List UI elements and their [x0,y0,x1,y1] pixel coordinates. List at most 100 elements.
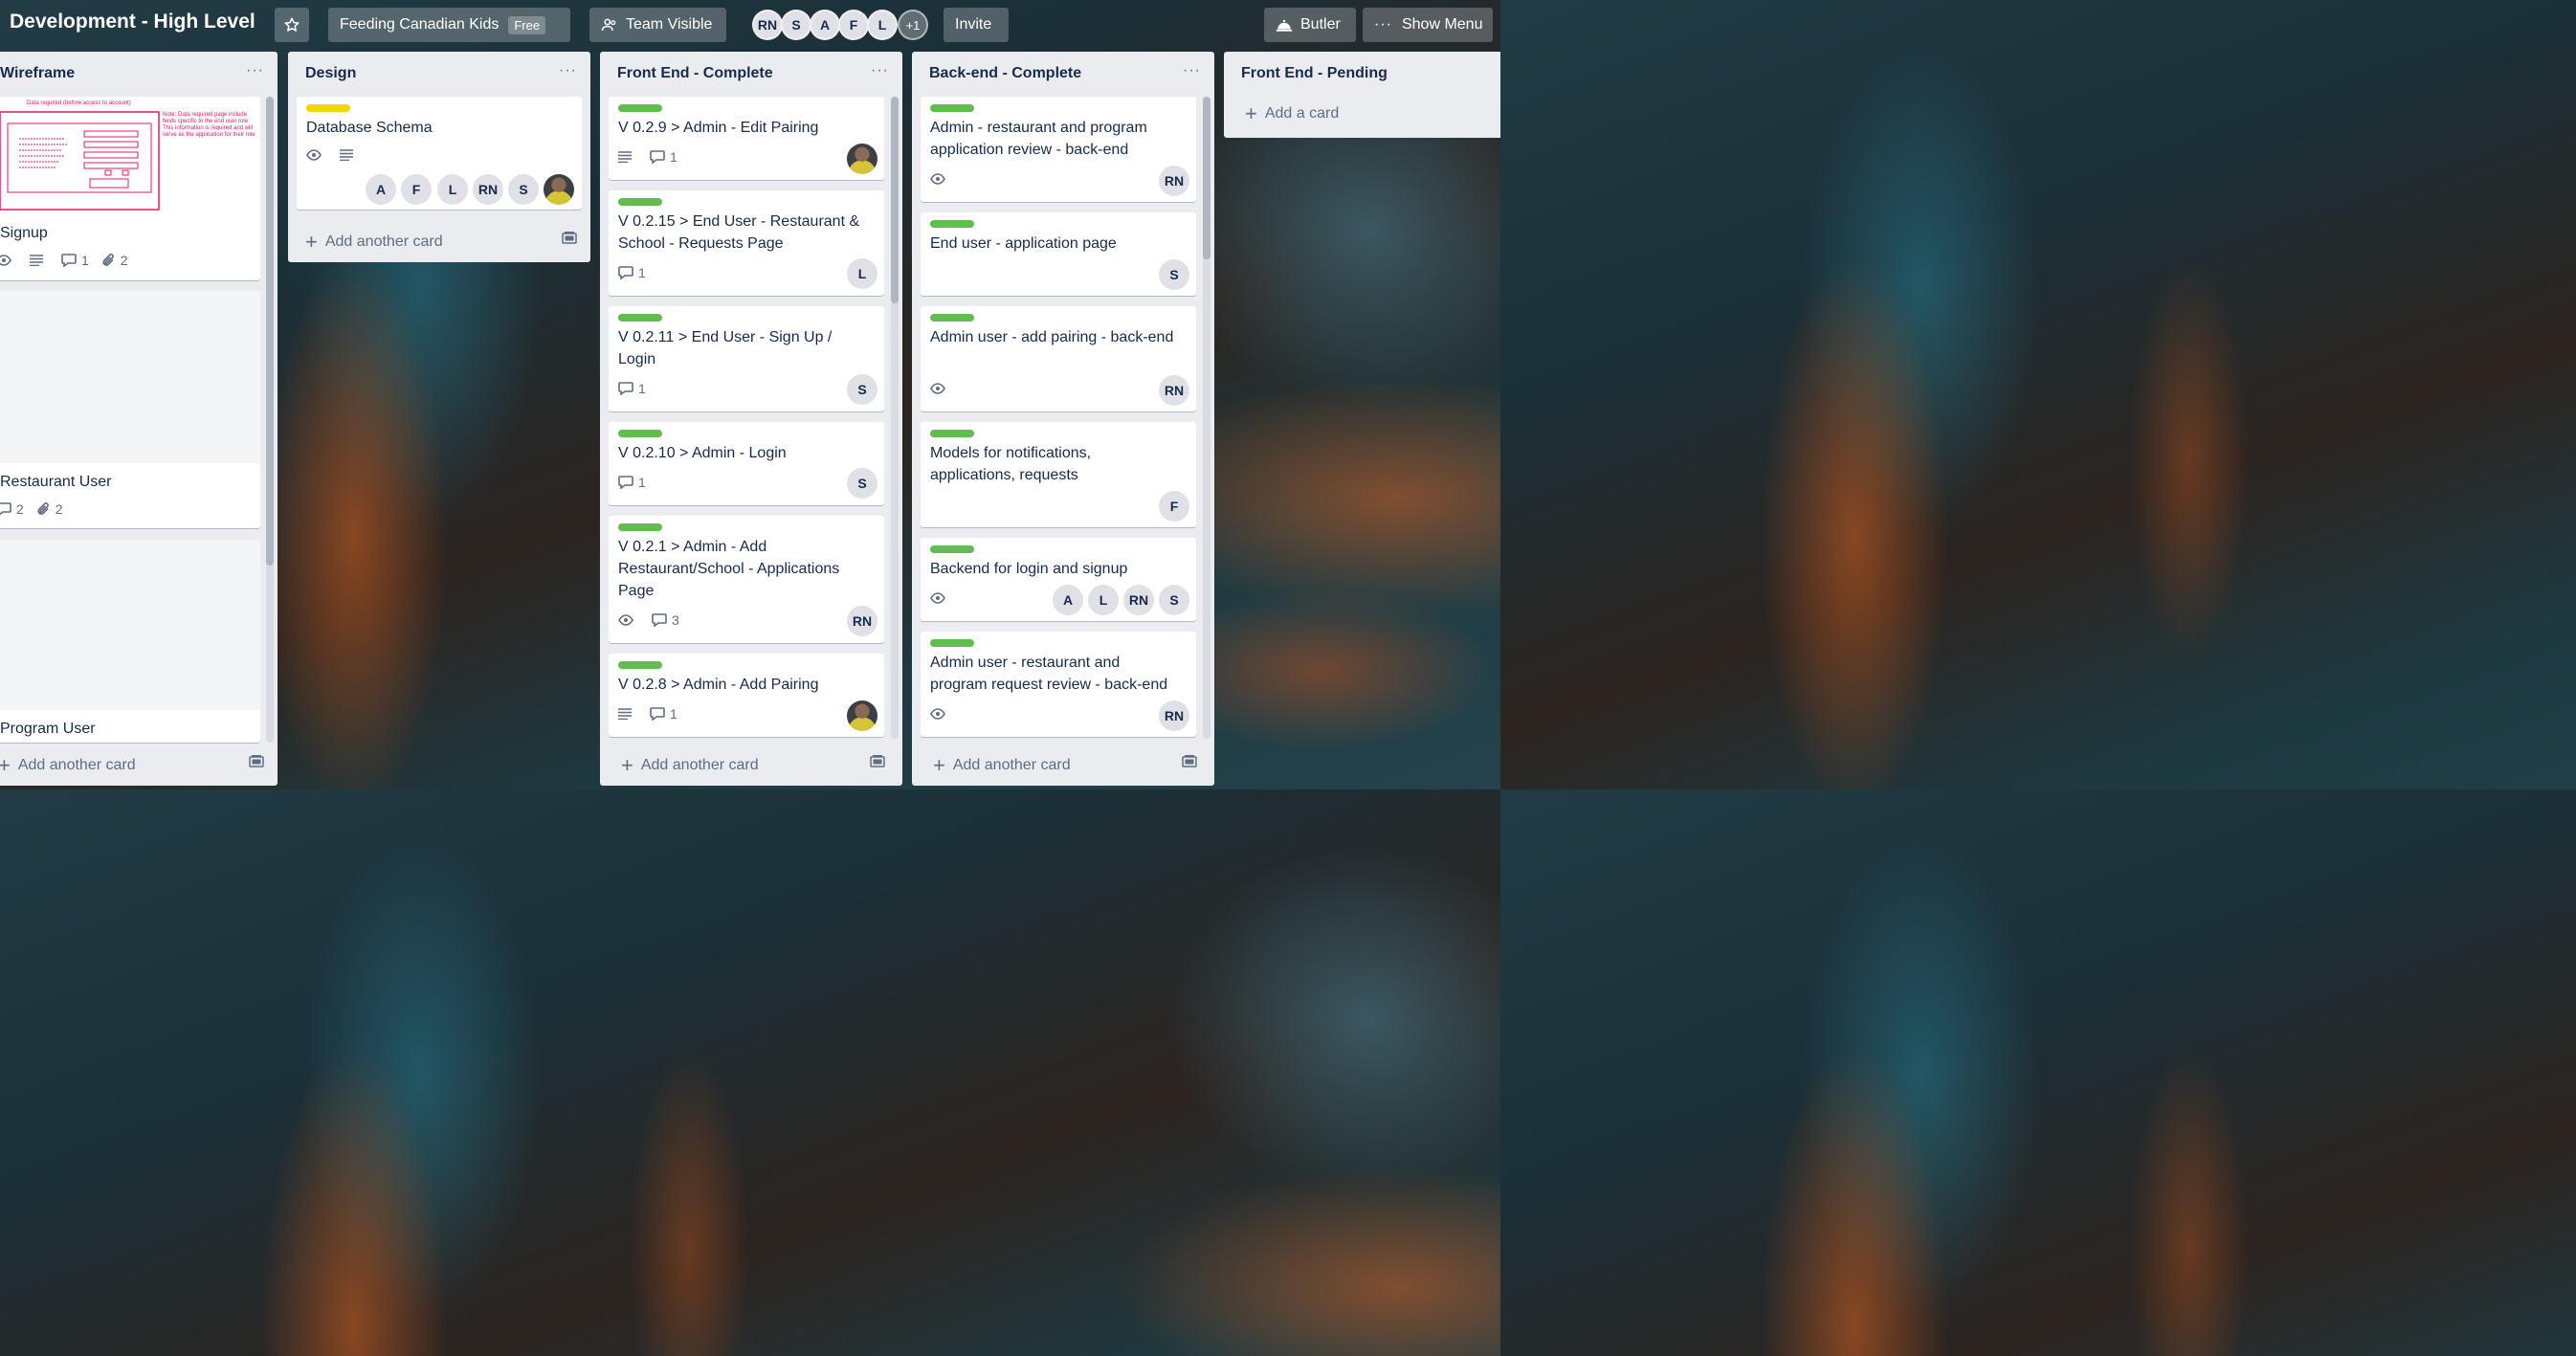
visibility-button[interactable]: Team Visible [589,8,726,42]
card-label-green[interactable] [930,545,974,553]
list-title[interactable]: Design [305,65,356,82]
card-be-1[interactable]: End user - application page S [921,212,1196,296]
scroll-thumb[interactable] [1203,97,1210,259]
header-avatar[interactable]: F [838,10,869,40]
header-avatar[interactable]: L [867,10,898,40]
card-member[interactable]: RN [473,174,503,205]
comment-badge: 1 [650,149,677,165]
card-member[interactable]: S [508,174,539,205]
list-menu-button[interactable]: ··· [559,62,577,79]
list-menu-button[interactable]: ··· [1183,62,1201,79]
card-badges [930,383,964,394]
card-member[interactable]: A [1053,585,1083,615]
card-member[interactable]: S [847,374,877,405]
member-photo-avatar[interactable] [847,144,877,174]
description-icon [30,255,48,266]
star-icon [284,17,300,32]
card-title: V 0.2.10 > Admin - Login [618,445,787,461]
card-label-green[interactable] [930,639,974,647]
list-scrollbar[interactable] [891,97,899,739]
add-card-button[interactable]: + Add another card [933,755,1071,776]
scroll-thumb[interactable] [266,97,274,566]
card-label-green[interactable] [618,314,662,322]
invite-button[interactable]: Invite [944,8,1009,42]
list-title[interactable]: Front End - Complete [617,65,773,82]
card-label-green[interactable] [930,220,974,228]
header-avatar[interactable]: A [810,10,840,40]
card-member[interactable]: RN [1123,585,1154,615]
card-member[interactable]: F [1159,491,1189,522]
card-label-green[interactable] [618,661,662,669]
card-template-icon[interactable] [249,754,264,772]
card-label-green[interactable] [618,104,662,112]
card-member[interactable]: A [366,174,396,205]
list-title[interactable]: Front End - Pending [1241,65,1388,82]
card-label-green[interactable] [618,198,662,206]
board-title[interactable]: Development - High Level [10,11,255,33]
card-label-green[interactable] [618,430,662,437]
card-fe-0[interactable]: V 0.2.9 > Admin - Edit Pairing 1 [609,97,884,180]
header-avatar[interactable]: RN [752,10,783,40]
member-photo-avatar[interactable] [847,700,877,731]
team-button[interactable]: Feeding Canadian Kids Free [328,8,570,42]
card-label-green[interactable] [930,430,974,437]
card-member[interactable]: RN [1159,700,1189,731]
card-signup[interactable]: Data required (before access to account)… [0,97,260,280]
card-restaurant-user[interactable]: Restaurant User 2 2 [0,291,260,528]
add-card-button[interactable]: + Add another card [0,753,136,777]
card-fe-5[interactable]: V 0.2.8 > Admin - Add Pairing 1 [609,654,884,737]
card-fe-2[interactable]: V 0.2.11 > End User - Sign Up / Login 1 … [609,306,884,411]
card-label-green[interactable] [618,523,662,531]
card-member[interactable]: L [437,174,468,205]
list-menu-button[interactable]: ··· [246,62,264,79]
more-members-button[interactable]: +1 [898,10,928,40]
add-card-button[interactable]: + Add another card [305,232,443,253]
scroll-thumb[interactable] [891,97,899,303]
card-member[interactable]: F [401,174,432,205]
card-member[interactable]: S [847,468,877,499]
list-scrollbar[interactable] [266,97,274,743]
show-menu-button[interactable]: ··· Show Menu [1363,8,1493,42]
card-be-0[interactable]: Admin - restaurant and program applicati… [921,97,1196,202]
card-member[interactable]: L [1088,585,1119,615]
card-member[interactable]: S [1159,585,1189,615]
card-member[interactable]: L [847,258,877,289]
card-label-green[interactable] [930,104,974,112]
plus-icon: + [0,753,11,777]
card-be-3[interactable]: Models for notifications, applications, … [921,422,1196,527]
card-be-4[interactable]: Backend for login and signup A L RN S [921,538,1196,621]
card-template-icon[interactable] [1182,754,1197,772]
list-scrollbar[interactable] [1203,97,1210,739]
card-be-5[interactable]: Admin user - restaurant and program requ… [921,632,1196,737]
card-member[interactable]: S [1159,259,1189,290]
add-card-button[interactable]: + Add another card [621,755,759,776]
card-title: Restaurant User [0,474,112,490]
comment-badge: 1 [650,706,677,722]
card-template-icon[interactable] [562,231,577,249]
card-member[interactable]: RN [847,606,877,636]
card-database-schema[interactable]: Database Schema A F L RN S [297,97,582,210]
card-badges: 1 [618,475,659,490]
card-template-icon[interactable] [870,754,885,772]
member-photo-avatar[interactable] [544,174,574,205]
watch-icon [618,614,638,626]
list-front-end-complete: Front End - Complete ··· V 0.2.9 > Admin… [600,52,902,786]
card-fe-3[interactable]: V 0.2.10 > Admin - Login 1 S [609,422,884,505]
card-title: V 0.2.15 > End User - Restaurant & Schoo… [618,213,860,252]
list-title[interactable]: Back-end - Complete [929,65,1081,82]
card-be-2[interactable]: Admin user - add pairing - back-end RN [921,306,1196,411]
star-button[interactable] [275,8,309,42]
card-label-yellow[interactable] [306,104,350,112]
sketch-form [0,111,160,211]
card-program-user[interactable]: Program User [0,540,260,743]
butler-button[interactable]: Butler [1264,8,1356,42]
card-fe-4[interactable]: V 0.2.1 > Admin - Add Restaurant/School … [609,516,884,643]
list-title[interactable]: Wireframe [0,65,75,82]
list-menu-button[interactable]: ··· [871,62,889,79]
card-member[interactable]: RN [1159,375,1189,406]
card-label-green[interactable] [930,314,974,322]
card-fe-1[interactable]: V 0.2.15 > End User - Restaurant & Schoo… [609,190,884,296]
header-avatar[interactable]: S [781,10,811,40]
card-member[interactable]: RN [1159,166,1189,196]
add-card-button[interactable]: + Add a card [1245,103,1339,124]
